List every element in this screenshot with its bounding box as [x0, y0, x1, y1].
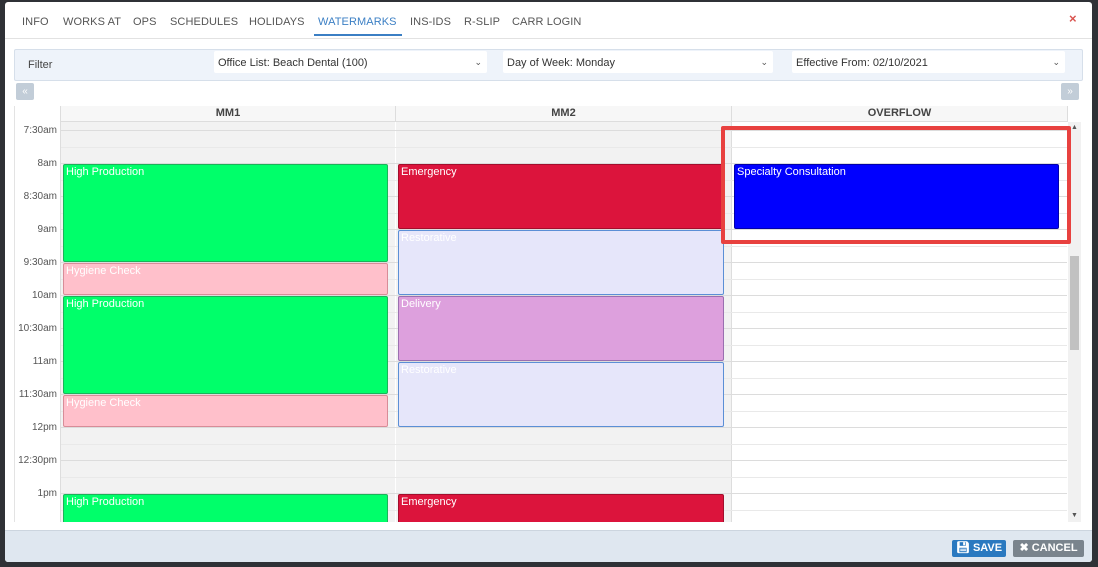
time-label: 12pm: [31, 422, 57, 433]
tab-works-at[interactable]: WORKS AT: [63, 16, 121, 28]
watermark-block[interactable]: Restorative: [398, 362, 724, 427]
column-header-overflow: OVERFLOW: [732, 106, 1068, 122]
tab-info[interactable]: INFO: [22, 16, 49, 28]
tab-holidays[interactable]: HOLIDAYS: [249, 16, 305, 28]
tab-r-slip[interactable]: R-SLIP: [464, 16, 500, 28]
watermark-block[interactable]: High Production: [63, 296, 388, 394]
day-of-week-value: Day of Week: Monday: [507, 57, 616, 69]
watermark-block[interactable]: Delivery: [398, 296, 724, 361]
watermark-block[interactable]: Emergency: [398, 164, 724, 229]
vertical-scrollbar[interactable]: ▲ ▼: [1068, 122, 1081, 522]
active-tab-indicator: [314, 34, 402, 36]
grid-line: [61, 477, 1067, 478]
scroll-up-arrow-icon[interactable]: ▲: [1071, 124, 1078, 131]
tab-bar: INFO WORKS AT OPS SCHEDULES HOLIDAYS WAT…: [5, 2, 1092, 39]
previous-button[interactable]: «: [16, 83, 34, 100]
time-label: 10:30am: [18, 323, 57, 334]
scrollbar-thumb[interactable]: [1070, 256, 1079, 350]
time-label: 12:30pm: [18, 455, 57, 466]
save-label: SAVE: [972, 542, 1003, 554]
floppy-disk-icon: 💾︎: [955, 542, 970, 554]
watermark-calendar: MM1 MM2 OVERFLOW 7:30am 8am 8:30am 9am 9:30a…: [14, 106, 1081, 522]
time-label: 9am: [37, 224, 57, 235]
cancel-label: CANCEL: [1031, 542, 1078, 554]
time-label: 1:30pm: [24, 521, 57, 522]
time-label: 7:30am: [23, 125, 57, 136]
day-of-week-select[interactable]: Day of Week: Monday ⌄: [503, 51, 773, 73]
watermark-block[interactable]: Hygiene Check: [63, 263, 388, 295]
tab-ins-ids[interactable]: INS-IDS: [410, 16, 451, 28]
grid-line: [61, 147, 1067, 148]
time-label: 11am: [32, 356, 57, 367]
modal-footer: 💾︎ SAVE ✖ CANCEL: [5, 530, 1092, 562]
time-label: 10am: [31, 290, 57, 301]
office-list-select[interactable]: Office List: Beach Dental (100) ⌄: [214, 51, 487, 73]
chevron-down-icon: ⌄: [474, 57, 482, 67]
tab-carr-login[interactable]: CARR LOGIN: [512, 16, 581, 28]
filter-bar: Filter Office List: Beach Dental (100) ⌄…: [14, 49, 1083, 81]
chevron-down-icon: ⌄: [760, 57, 768, 67]
filter-label: Filter: [28, 59, 53, 71]
provider-settings-modal: INFO WORKS AT OPS SCHEDULES HOLIDAYS WAT…: [5, 2, 1092, 562]
watermark-block[interactable]: High Production: [63, 494, 388, 522]
column-header-mm2: MM2: [396, 106, 732, 122]
scroll-down-arrow-icon[interactable]: ▼: [1071, 512, 1078, 519]
time-label: 8am: [37, 158, 57, 169]
effective-from-value: Effective From: 02/10/2021: [796, 57, 928, 69]
x-icon: ✖: [1019, 542, 1029, 554]
tab-ops[interactable]: OPS: [133, 16, 157, 28]
time-label: 9:30am: [23, 257, 57, 268]
grid-line: [61, 130, 1067, 131]
cancel-button[interactable]: ✖ CANCEL: [1013, 540, 1084, 557]
grid-line: [61, 427, 1067, 428]
watermark-block[interactable]: Hygiene Check: [63, 395, 388, 427]
grid-line: [61, 460, 1067, 461]
next-button[interactable]: »: [1061, 83, 1079, 100]
column-header-mm1: MM1: [61, 106, 396, 122]
watermark-block[interactable]: Specialty Consultation: [734, 164, 1059, 229]
time-label: 8:30am: [23, 191, 57, 202]
time-gutter: 7:30am 8am 8:30am 9am 9:30am 10am 10:30am 11am 1…: [15, 106, 61, 522]
save-button[interactable]: 💾︎ SAVE: [952, 540, 1006, 557]
time-label: 11:30am: [18, 389, 57, 400]
effective-from-select[interactable]: Effective From: 02/10/2021 ⌄: [792, 51, 1065, 73]
tab-schedules[interactable]: SCHEDULES: [170, 16, 238, 28]
tab-watermarks[interactable]: WATERMARKS: [318, 16, 397, 28]
watermark-block[interactable]: Restorative: [398, 230, 724, 295]
watermark-block[interactable]: Emergency: [398, 494, 724, 522]
chevron-down-icon: ⌄: [1052, 57, 1060, 67]
office-list-value: Office List: Beach Dental (100): [218, 57, 368, 69]
watermark-block[interactable]: High Production: [63, 164, 388, 262]
grid-line: [61, 444, 1067, 445]
close-icon[interactable]: ×: [1069, 11, 1077, 26]
time-label: 1pm: [37, 488, 57, 499]
